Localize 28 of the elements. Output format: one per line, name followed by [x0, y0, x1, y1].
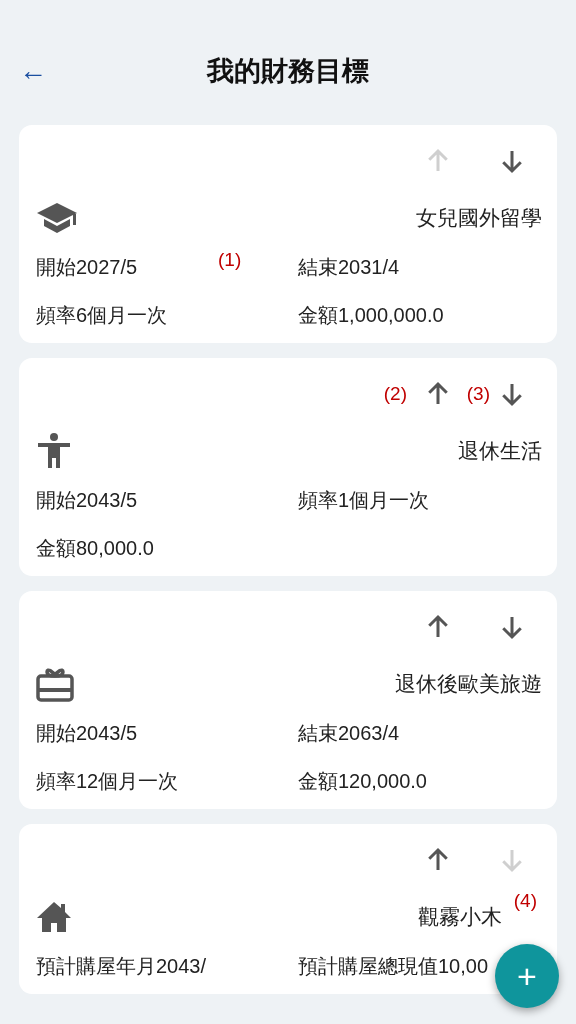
- goal-name: 退休生活: [458, 438, 542, 464]
- goal-detail: 頻率6個月一次: [36, 303, 168, 328]
- goal-detail: 金額80,000.0: [36, 536, 154, 561]
- goal-detail: 金額120,000.0: [298, 769, 427, 794]
- goal-detail: 預計購屋年月2043/: [36, 954, 207, 979]
- goal-detail: 頻率1個月一次: [298, 488, 430, 513]
- annotation-label: (4): [513, 890, 537, 912]
- annotation-label: (2): [383, 383, 407, 405]
- goal-detail: 預計購屋總現值10,00: [298, 954, 489, 979]
- add-button[interactable]: +: [495, 944, 559, 1008]
- goal-detail: 金額1,000,000.0: [298, 303, 444, 328]
- annotation-label: (3): [466, 383, 490, 405]
- page-title: 我的財務目標: [207, 55, 369, 88]
- goal-name: 女兒國外留學: [416, 205, 542, 231]
- back-button[interactable]: ←: [17, 56, 49, 86]
- goal-detail: 結束2063/4: [298, 721, 400, 746]
- house-icon: [36, 901, 72, 933]
- goal-detail: 頻率12個月一次: [36, 769, 179, 794]
- annotation-label: (1): [218, 249, 242, 271]
- gift-card-icon: [36, 666, 74, 702]
- goal-name: 退休後歐美旅遊: [395, 671, 542, 697]
- graduation-cap-icon: [36, 201, 78, 235]
- goal-detail: 結束2031/4: [298, 255, 400, 280]
- goal-detail: 開始2043/5: [36, 721, 138, 746]
- goal-name: 觀霧小木: [418, 904, 502, 930]
- goal-detail: 開始2027/5: [36, 255, 138, 280]
- goal-detail: 開始2043/5: [36, 488, 138, 513]
- person-icon: [36, 432, 72, 470]
